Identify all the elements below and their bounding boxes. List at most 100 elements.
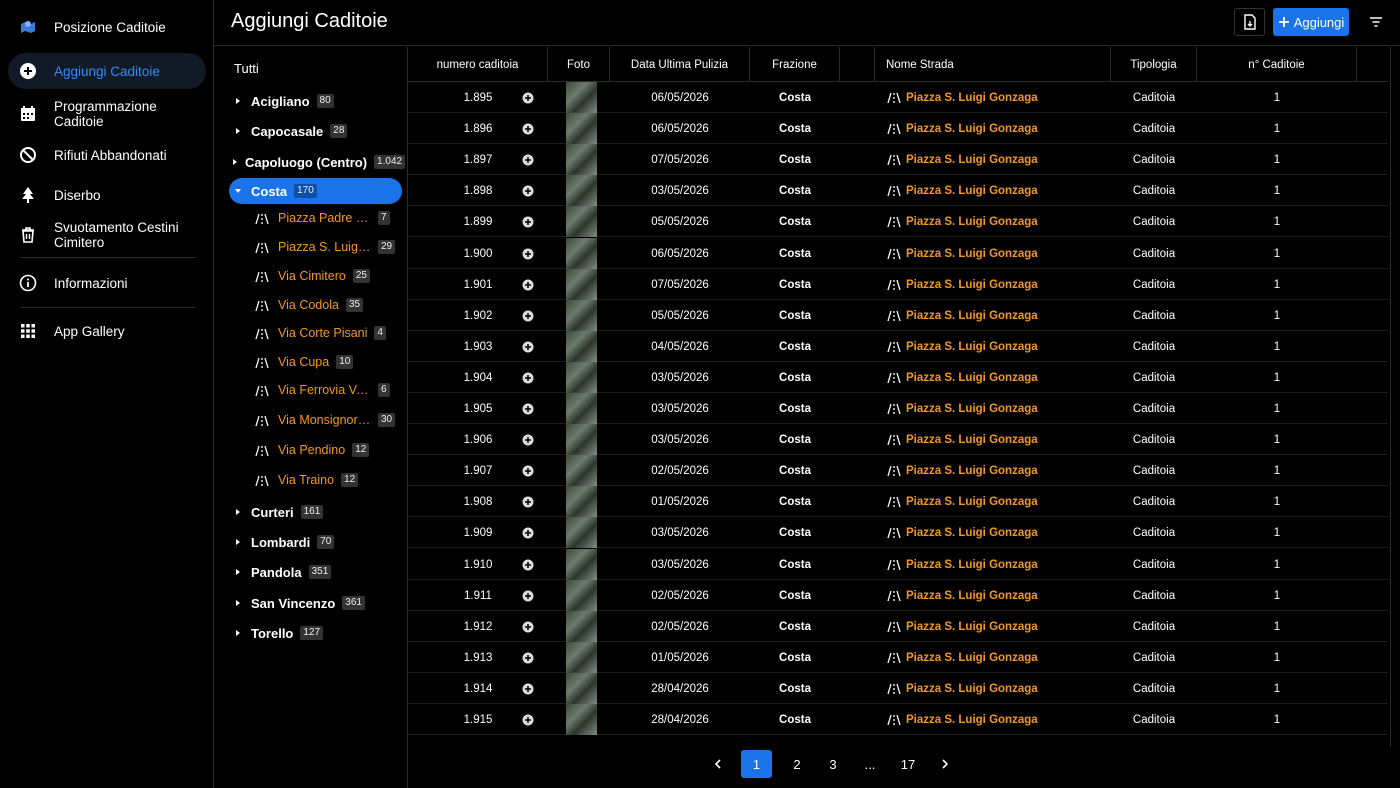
tree-group-selected[interactable]: Costa 170 [229,178,402,204]
photo-thumbnail[interactable] [566,393,597,424]
photo-thumbnail[interactable] [566,486,597,517]
tree-leaf-street[interactable]: Via Ferrovia Valle 6 [254,378,404,402]
tree-leaf-street[interactable]: Via Cimitero 25 [254,264,404,288]
photo-thumbnail[interactable] [566,362,597,393]
caret-right-icon[interactable] [231,508,245,516]
column-header[interactable]: Foto [548,47,610,82]
page-button[interactable]: 17 [896,750,920,778]
add-circle-icon[interactable] [520,642,536,673]
table-row[interactable]: 1.910 03/05/2026 Costa Piazza S. Luigi Gonz… [408,549,1388,580]
add-circle-icon[interactable] [520,455,536,486]
photo-thumbnail[interactable] [566,300,597,331]
tree-group[interactable]: San Vincenzo 361 [229,590,402,616]
column-header[interactable]: Data Ultima Pulizia [610,47,750,82]
cell-nome-strada[interactable]: Piazza S. Luigi Gonzaga [906,517,1106,548]
caret-right-icon[interactable] [231,629,245,637]
add-circle-icon[interactable] [520,269,536,300]
table-row[interactable]: 1.902 05/05/2026 Costa Piazza S. Luigi Gonz… [408,300,1388,331]
add-button[interactable]: Aggiungi [1273,8,1349,36]
tree-group[interactable]: Acigliano 80 [229,88,402,114]
table-row[interactable]: 1.895 06/05/2026 Costa Piazza S. Luigi Gonz… [408,82,1388,113]
export-pdf-button[interactable] [1234,8,1265,36]
tree-leaf-street[interactable]: Via Corte Pisani 4 [254,321,404,345]
photo-thumbnail[interactable] [566,611,597,642]
cell-nome-strada[interactable]: Piazza S. Luigi Gonzaga [906,269,1106,300]
page-button[interactable]: 3 [821,750,845,778]
add-circle-icon[interactable] [520,517,536,548]
caret-right-icon[interactable] [231,538,245,546]
page-button[interactable]: 1 [741,750,772,778]
photo-thumbnail[interactable] [566,113,597,144]
add-circle-icon[interactable] [520,144,536,175]
photo-thumbnail[interactable] [566,175,597,206]
column-header[interactable]: n° Caditoie [1197,47,1357,82]
photo-thumbnail[interactable] [566,704,597,735]
cell-nome-strada[interactable]: Piazza S. Luigi Gonzaga [906,580,1106,611]
table-row[interactable]: 1.896 06/05/2026 Costa Piazza S. Luigi Gonz… [408,113,1388,144]
column-header[interactable]: Frazione [750,47,840,82]
add-circle-icon[interactable] [520,82,536,113]
table-row[interactable]: 1.908 01/05/2026 Costa Piazza S. Luigi Gonz… [408,486,1388,517]
tree-group[interactable]: Capoluogo (Centro) 1.042 [229,149,406,175]
cell-nome-strada[interactable]: Piazza S. Luigi Gonzaga [906,642,1106,673]
add-circle-icon[interactable] [520,486,536,517]
table-row[interactable]: 1.909 03/05/2026 Costa Piazza S. Luigi Gonz… [408,517,1388,548]
add-circle-icon[interactable] [520,549,536,580]
cell-nome-strada[interactable]: Piazza S. Luigi Gonzaga [906,82,1106,113]
table-row[interactable]: 1.915 28/04/2026 Costa Piazza S. Luigi Gonz… [408,704,1388,735]
photo-thumbnail[interactable] [566,549,597,580]
tree-group[interactable]: Pandola 351 [229,559,402,585]
photo-thumbnail[interactable] [566,517,597,548]
add-circle-icon[interactable] [520,424,536,455]
table-row[interactable]: 1.897 07/05/2026 Costa Piazza S. Luigi Gonz… [408,144,1388,175]
add-circle-icon[interactable] [520,673,536,704]
cell-nome-strada[interactable]: Piazza S. Luigi Gonzaga [906,393,1106,424]
photo-thumbnail[interactable] [566,673,597,704]
table-row[interactable]: 1.906 03/05/2026 Costa Piazza S. Luigi Gonz… [408,424,1388,455]
table-row[interactable]: 1.901 07/05/2026 Costa Piazza S. Luigi Gonz… [408,269,1388,300]
vertical-scrollbar[interactable] [1390,47,1398,747]
nav-item-posizione-caditoie[interactable]: Posizione Caditoie [8,10,206,44]
add-circle-icon[interactable] [520,331,536,362]
next-page-button[interactable] [937,750,953,778]
add-circle-icon[interactable] [520,580,536,611]
caret-down-icon[interactable] [231,187,245,195]
photo-thumbnail[interactable] [566,206,597,237]
table-row[interactable]: 1.907 02/05/2026 Costa Piazza S. Luigi Gonz… [408,455,1388,486]
table-row[interactable]: 1.912 02/05/2026 Costa Piazza S. Luigi Gonz… [408,611,1388,642]
cell-nome-strada[interactable]: Piazza S. Luigi Gonzaga [906,486,1106,517]
table-row[interactable]: 1.911 02/05/2026 Costa Piazza S. Luigi Gonz… [408,580,1388,611]
table-row[interactable]: 1.914 28/04/2026 Costa Piazza S. Luigi Gonz… [408,673,1388,704]
add-circle-icon[interactable] [520,393,536,424]
table-row[interactable]: 1.899 05/05/2026 Costa Piazza S. Luigi Gonz… [408,206,1388,237]
photo-thumbnail[interactable] [566,424,597,455]
tree-group[interactable]: Capocasale 28 [229,118,402,144]
cell-nome-strada[interactable]: Piazza S. Luigi Gonzaga [906,611,1106,642]
cell-nome-strada[interactable]: Piazza S. Luigi Gonzaga [906,673,1106,704]
photo-thumbnail[interactable] [566,331,597,362]
table-row[interactable]: 1.903 04/05/2026 Costa Piazza S. Luigi Gonz… [408,331,1388,362]
cell-nome-strada[interactable]: Piazza S. Luigi Gonzaga [906,144,1106,175]
tree-leaf-street[interactable]: Via Cupa 10 [254,350,404,374]
column-header[interactable]: numero caditoia [408,47,548,82]
caret-right-icon[interactable] [231,568,245,576]
tree-leaf-street[interactable]: Via Traino 12 [254,468,404,492]
tree-group[interactable]: Lombardi 70 [229,529,402,555]
add-circle-icon[interactable] [520,611,536,642]
table-row[interactable]: 1.913 01/05/2026 Costa Piazza S. Luigi Gonz… [408,642,1388,673]
table-row[interactable]: 1.904 03/05/2026 Costa Piazza S. Luigi Gonz… [408,362,1388,393]
nav-item-diserbo[interactable]: Diserbo [8,178,206,212]
tree-leaf-street[interactable]: Via Codola 35 [254,293,404,317]
page-button[interactable]: 2 [785,750,809,778]
cell-nome-strada[interactable]: Piazza S. Luigi Gonzaga [906,549,1106,580]
cell-nome-strada[interactable]: Piazza S. Luigi Gonzaga [906,113,1106,144]
caret-right-icon[interactable] [231,599,245,607]
column-header[interactable]: Tipologia [1111,47,1197,82]
add-circle-icon[interactable] [520,206,536,237]
tree-leaf-street[interactable]: Piazza S. Luigi Gonzaga 29 [254,235,404,259]
cell-nome-strada[interactable]: Piazza S. Luigi Gonzaga [906,175,1106,206]
caret-right-icon[interactable] [231,97,245,105]
photo-thumbnail[interactable] [566,642,597,673]
cell-nome-strada[interactable]: Piazza S. Luigi Gonzaga [906,331,1106,362]
tree-leaf-street[interactable]: Via Monsignor Costa 30 [254,408,404,432]
